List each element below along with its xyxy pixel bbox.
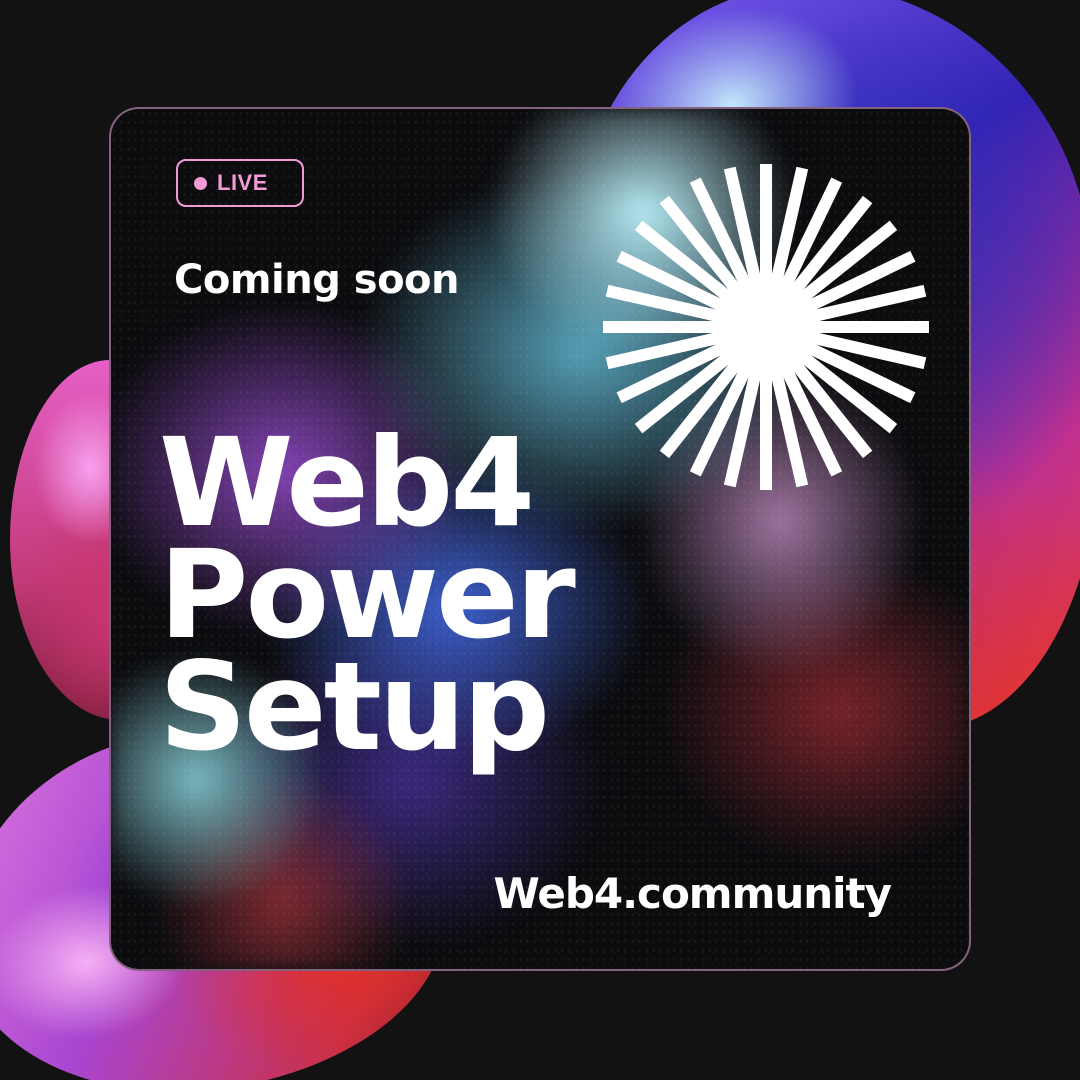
subtitle: Coming soon [174,257,460,303]
starburst-icon [603,164,929,490]
live-dot-icon [194,176,207,190]
live-badge: LIVE [176,159,304,207]
headline: Web4 Power Setup [159,412,576,778]
live-badge-label: LIVE [217,170,268,195]
promo-canvas: LIVE Coming soon Web4 Power Setup Web4.c… [0,0,1080,1080]
website-url: Web4.community [493,869,892,918]
headline-line-2: Power [159,524,576,666]
headline-line-3: Setup [159,636,550,778]
headline-line-1: Web4 [159,412,535,554]
glass-card: LIVE Coming soon Web4 Power Setup Web4.c… [109,107,971,971]
